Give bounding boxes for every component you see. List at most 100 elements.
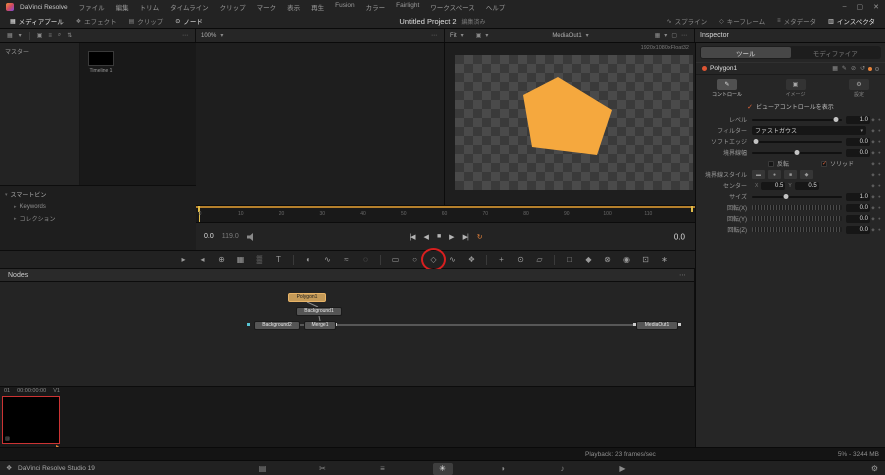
viewer-options-icon[interactable]: ⋯ bbox=[679, 32, 689, 39]
metadata-button[interactable]: ≡ メタデータ bbox=[773, 16, 820, 26]
more-icon[interactable]: ⋯ bbox=[180, 32, 190, 39]
rotation-x-control[interactable] bbox=[752, 205, 846, 210]
pentagon-shape[interactable] bbox=[455, 55, 693, 190]
close-button[interactable]: ✕ bbox=[873, 3, 879, 11]
fit-dropdown[interactable]: Fit bbox=[450, 33, 457, 39]
bin-list[interactable]: マスター bbox=[0, 43, 80, 185]
speaker-icon[interactable] bbox=[246, 232, 256, 241]
node-background1[interactable]: Background1 bbox=[296, 307, 342, 316]
filter-control[interactable]: ファストガウス ▾ bbox=[752, 126, 866, 135]
current-frame[interactable]: 0.0 bbox=[204, 233, 214, 240]
border-style-butt-icon[interactable]: ▬ bbox=[752, 170, 765, 179]
menu-item[interactable]: 表示 bbox=[282, 2, 305, 12]
page-deliver-icon[interactable]: ▶ bbox=[613, 463, 633, 475]
expand-icon[interactable]: ▢ bbox=[669, 32, 679, 39]
keyframe-icon[interactable]: ◆ ● bbox=[870, 183, 883, 189]
value-box[interactable]: 1.0 bbox=[846, 192, 870, 201]
menu-item[interactable]: Fusion bbox=[330, 2, 360, 12]
keyframe-icon[interactable]: ◆ ● bbox=[870, 117, 883, 123]
rectangle-mask-tool[interactable]: ▭ bbox=[387, 252, 404, 267]
value-box[interactable]: 0.0 bbox=[846, 137, 870, 146]
node-merge1[interactable]: Merge1 bbox=[304, 321, 336, 330]
slider-handle[interactable] bbox=[753, 139, 759, 144]
settings-gear-icon[interactable]: ⚙ bbox=[871, 464, 878, 473]
magicmask-tool[interactable]: ❖ bbox=[463, 252, 480, 267]
border-style-square-icon[interactable]: ■ bbox=[784, 170, 797, 179]
keyframes-button[interactable]: ◇ キーフレーム bbox=[715, 16, 769, 27]
keyframe-icon[interactable]: ◆ ● bbox=[870, 216, 883, 222]
colorcorrector-tool[interactable]: ◐ bbox=[300, 252, 317, 267]
border-style-control[interactable]: ▬ ● ■ ◆ bbox=[752, 170, 870, 179]
node-grid-icon[interactable]: ▦ bbox=[832, 65, 838, 72]
menu-item[interactable]: Fairlight bbox=[391, 2, 424, 12]
merge3d-tool[interactable]: ⊗ bbox=[599, 252, 616, 267]
tab-controls[interactable]: ✎ コントロール bbox=[712, 79, 742, 98]
menu-item[interactable]: ファイル bbox=[74, 2, 110, 12]
keyframe-icon[interactable]: ◆ ● bbox=[870, 128, 883, 134]
center-control[interactable]: X 0.5 Y 0.5 bbox=[752, 181, 870, 190]
clips-button[interactable]: ▤ クリップ bbox=[125, 16, 168, 27]
page-media-icon[interactable]: ▤ bbox=[253, 463, 273, 475]
inspector-node-header[interactable]: Polygon1 ▦ ✎ ⊘ ↺ bbox=[696, 62, 885, 75]
blur-tool[interactable]: ◌ bbox=[357, 252, 374, 267]
slider-handle[interactable] bbox=[833, 117, 839, 122]
y-value[interactable]: 0.5 bbox=[794, 181, 819, 190]
menu-item[interactable]: 再生 bbox=[306, 2, 329, 12]
smart-bin-item[interactable]: ▸ Keywords bbox=[0, 201, 196, 211]
size-control[interactable] bbox=[752, 194, 846, 199]
viewer-source-dropdown[interactable]: MediaOut1 bbox=[552, 33, 581, 39]
keyframe-icon[interactable]: ◆ ● bbox=[870, 205, 883, 211]
value-box[interactable]: 0.0 bbox=[846, 148, 870, 157]
checkbox-反転[interactable]: 反転 bbox=[767, 159, 789, 168]
smart-bins-header[interactable]: ▾ スマートビン bbox=[0, 186, 196, 201]
polygon-mask-tool[interactable]: ◇ bbox=[421, 248, 446, 271]
menu-item[interactable]: タイムライン bbox=[165, 2, 214, 12]
inspector-tab-tools[interactable]: ツール bbox=[701, 47, 791, 58]
page-cut-icon[interactable]: ✂ bbox=[313, 463, 333, 475]
zoom-level-dropdown[interactable]: 100% bbox=[201, 33, 216, 39]
soft-edge-control[interactable] bbox=[752, 139, 846, 144]
text-tool[interactable]: T bbox=[270, 252, 287, 267]
timeline-clip-thumbnail[interactable] bbox=[88, 51, 114, 66]
dropdown-icon[interactable]: ▾ bbox=[662, 32, 669, 39]
transform-tool[interactable]: + bbox=[493, 252, 510, 267]
menu-item[interactable]: マーク bbox=[252, 2, 282, 12]
clip-thumbnail[interactable]: ▨ bbox=[2, 396, 60, 444]
page-fusion-icon[interactable]: ✳ bbox=[432, 462, 453, 475]
keyframe-icon[interactable]: ◆ ● bbox=[870, 172, 883, 178]
menu-item[interactable]: トリム bbox=[135, 2, 165, 12]
loop-button[interactable]: ↻ bbox=[477, 233, 483, 241]
invert-solid-control[interactable]: 反転 ソリッド bbox=[752, 159, 870, 168]
smart-bin-item[interactable]: ▸ コレクション bbox=[0, 211, 196, 224]
border-style-round-icon[interactable]: ● bbox=[768, 170, 781, 179]
checkbox-ソリッド[interactable]: ソリッド bbox=[820, 159, 854, 168]
show-view-controls[interactable]: ✓ ビューアコントロールを表示 bbox=[696, 100, 885, 113]
keyframe-icon[interactable]: ◆ ● bbox=[870, 227, 883, 233]
menu-item[interactable]: クリップ bbox=[215, 2, 251, 12]
border-style-bevel-icon[interactable]: ◆ bbox=[800, 170, 813, 179]
duration-frames[interactable]: 119.0 bbox=[222, 233, 239, 240]
menu-item[interactable]: カラー bbox=[361, 2, 391, 12]
thumbwheel[interactable] bbox=[752, 227, 842, 232]
list-view-icon[interactable]: ≡ bbox=[46, 33, 54, 39]
stop-button[interactable]: ■ bbox=[437, 233, 441, 240]
menu-item[interactable]: ワークスペース bbox=[425, 2, 480, 12]
shape3d-tool[interactable]: ◆ bbox=[580, 252, 597, 267]
node-edit-icon[interactable]: ✎ bbox=[842, 65, 847, 72]
fastnoise-tool[interactable]: ▒ bbox=[251, 252, 268, 267]
node-reset-icon[interactable]: ↺ bbox=[860, 65, 865, 72]
colorcurves-tool[interactable]: ∿ bbox=[319, 252, 336, 267]
dropdown-icon[interactable]: ▾ bbox=[459, 32, 466, 39]
keyframe-icon[interactable]: ◆ ● bbox=[870, 150, 883, 156]
split-view-icon[interactable]: ▣ bbox=[474, 32, 484, 39]
bin-grid-icon[interactable]: ▦ bbox=[5, 32, 15, 39]
page-fairlight-icon[interactable]: ♪ bbox=[553, 463, 573, 475]
camera3d-tool[interactable]: ◉ bbox=[618, 252, 635, 267]
right-viewer[interactable]: 1920x1080xFloat32 bbox=[445, 43, 695, 205]
nodes-button[interactable]: ⊙ ノード bbox=[171, 16, 207, 27]
bspline-mask-tool[interactable]: ∿ bbox=[444, 252, 461, 267]
rotation-z-control[interactable] bbox=[752, 227, 846, 232]
channels-icon[interactable]: ▦ bbox=[653, 32, 663, 39]
spline-button[interactable]: ∿ スプライン bbox=[663, 16, 712, 27]
thumbwheel[interactable] bbox=[752, 216, 842, 221]
